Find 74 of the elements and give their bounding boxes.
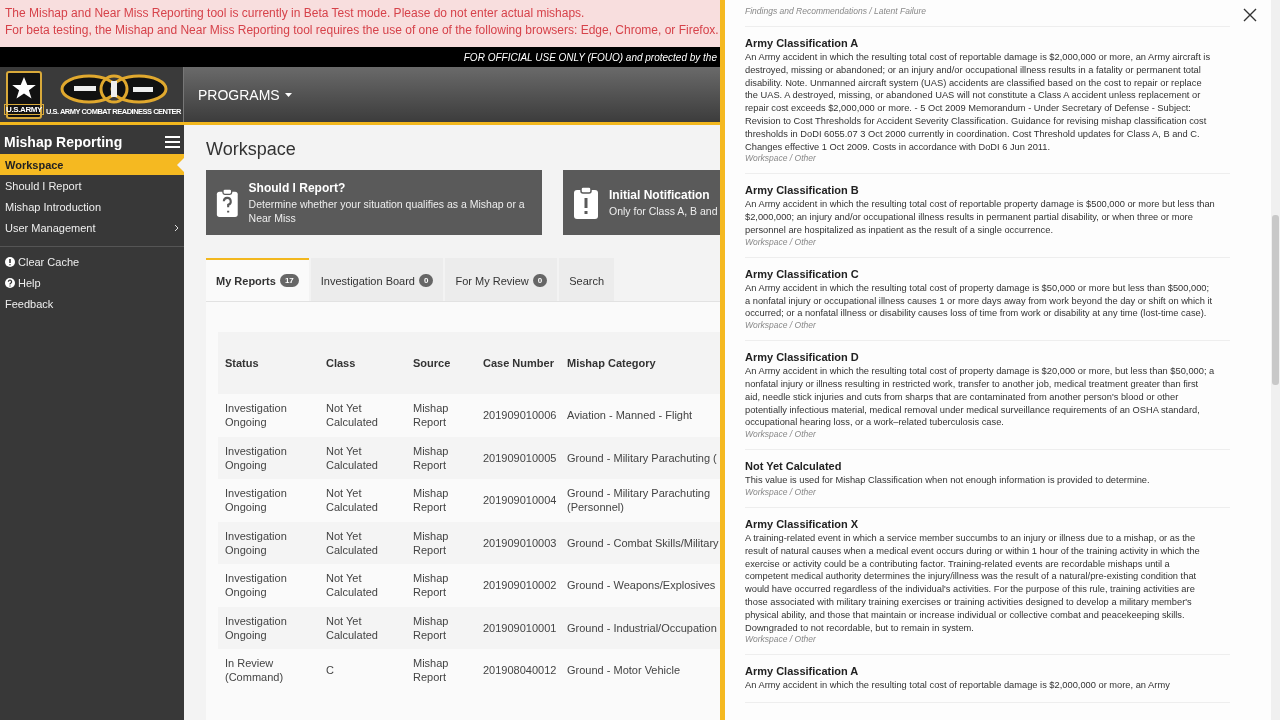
entry-path: Workspace / Other xyxy=(745,153,817,164)
fouo-notice: FOR OFFICIAL USE ONLY (FOUO) and protected by the xyxy=(463,51,717,63)
column-header: Class xyxy=(319,332,406,394)
sidebar-link[interactable]: Clear Cache xyxy=(0,251,184,272)
sidebar-item[interactable]: User Management xyxy=(0,217,184,238)
entry-term: Army Classification A xyxy=(745,37,860,49)
table-cell: Ground - Industrial/Occupation xyxy=(560,606,720,649)
table-cell: 201909010005 xyxy=(476,436,560,479)
sidebar-link[interactable]: Help xyxy=(0,272,184,293)
count-badge: 17 xyxy=(279,274,299,287)
card-text: Only for Class A, B and xyxy=(609,203,718,218)
sidebar-item[interactable]: Mishap Introduction xyxy=(0,196,184,217)
entry-definition: An Army accident in which the resulting total cost of reportable damage is $2,000,000 or more, an Army xyxy=(745,679,1171,693)
entry-term: Army Classification X xyxy=(745,517,860,530)
table-cell: Ground - Combat Skills/Military xyxy=(560,521,720,564)
table-cell: Mishap Report xyxy=(406,606,476,649)
count-badge: 0 xyxy=(419,274,434,287)
table-cell: Not Yet Calculated xyxy=(319,436,406,479)
chevron-right-icon xyxy=(174,223,179,232)
table-cell: 201909010001 xyxy=(476,606,560,649)
card-title: Should I Report? xyxy=(248,180,347,195)
sidebar-title: Mishap Reporting xyxy=(4,134,123,150)
sidebar-item[interactable]: Should I Report xyxy=(0,175,184,196)
table-cell: Investigation Ongoing xyxy=(218,606,319,649)
sidebar-link[interactable]: Feedback xyxy=(0,293,184,314)
card-title: Initial Notification xyxy=(609,187,711,202)
help-icon xyxy=(5,277,15,288)
entry-definition: A training-related event in which a service member succumbs to an injury or illness due to a mishap, or as the result of natural causes when a medical event occurs during or within 1 hour of the training activity in which the exercise or activity could be a contributing factor. Training-related events are recordable mishaps until a competent medical authority determines the injury/illness was the result of a natural/pre-existing condition that would have occurred regardless of the individual's activities. For the purpose of this rule, training activities are those associated with military training exercises or training activities designed to develop a military member's physical ability, and those that maintain or increase individual or collective combat and peacekeeping skills. Downgraded to not recordable, but to remain in system. xyxy=(745,531,1201,635)
entry-path: Findings and Recommendations / Latent Failure xyxy=(745,6,1230,27)
entry-path: Workspace / Other xyxy=(745,486,817,497)
action-card[interactable]: Initial Notification Only for Class A, B and xyxy=(563,170,720,235)
column-header: Source xyxy=(406,332,476,394)
entry-term: Army Classification C xyxy=(745,267,860,280)
table-cell: 201909010003 xyxy=(476,521,560,564)
menu-icon[interactable] xyxy=(165,136,180,148)
entry-definition: This value is used for Mishap Classification when not enough information is provided to determine. xyxy=(745,474,1151,487)
entry-path: Workspace / Other xyxy=(745,429,817,440)
entry-path: Workspace / Other xyxy=(745,320,817,331)
entry-term: Army Classification D xyxy=(745,351,860,364)
table-cell: Investigation Ongoing xyxy=(218,521,319,564)
card-text: Determine whether your situation qualifies as a Mishap or a Near Miss xyxy=(248,196,526,225)
tab[interactable]: Search xyxy=(559,258,615,301)
entry-definition: An Army accident in which the resulting total cost of reportable damage is $2,000,000 or more, an Army aircraft is destroyed, missing or abandoned; or an injury and/or occupational illness results in a fatality or permanent total disability. Note. Unmanned aircraft system (UAS) accidents are classified based on the cost to repair or replace the UAS. A destroyed, missing, or abandoned UAS will not constitute a Class A accident unless replacement or repair cost exceeds $2,000,000 or more. - 5 Oct 2009 Memorandum - Under Secretary of Defense - Subject: Revision to Cost Thresholds for Accident Severity Classification. Guidance for revising mishap classification cost thresholds in DoDI 6055.07 3 Oct 2000 currently in coordination. Cost Threshold updates for Class A, B and C. Changes effective 1 Oct 2009. Costs in accordance with DoDI 6 Jun 2011. xyxy=(745,51,1212,154)
entry-term: Army Classification A xyxy=(745,665,860,678)
entry-definition: An Army accident in which the resulting total cost of property damage is $50,000 or more but less than $500,000; a nonfatal injury or occupational illness causes 1 or more days away from work beyond the day or shift on which it occurred; or a nonfatal illness or disability causes loss of time from work or disability at any time (lost-time case). xyxy=(745,281,1214,321)
entry-definition: An Army accident in which the resulting total cost of property damage is $20,000 or more, but less than $50,000; a nonfatal injury or illness resulting in restricted work, transfer to another job, medical treatment greater than first aid, needle stick injuries and cuts from sharps that are contaminated from another person's blood or other potentially infectious material, medical removal under medical surveillance requirements of an OSHA standard, occupational hearing loss, or a work–related tuberculosis case. xyxy=(745,365,1215,430)
clipboard-alert-icon xyxy=(573,185,599,220)
table-cell: Mishap Report xyxy=(406,521,476,564)
tab[interactable]: For My Review 0 xyxy=(445,258,558,301)
table-cell: Not Yet Calculated xyxy=(319,521,406,564)
exclamation-icon xyxy=(5,256,15,267)
column-header: Mishap Category xyxy=(560,332,720,394)
entry-path: Workspace / Other xyxy=(745,236,817,247)
column-header: Case Number xyxy=(476,332,560,394)
count-badge: 0 xyxy=(532,274,548,287)
warning-text: The Mishap and Near Miss Reporting tool is currently in Beta Test mode. Please do not enter actual mishaps. xyxy=(5,6,586,20)
entry-definition: An Army accident in which the resulting total cost of reportable property damage is $500,000 or more but less than $2,000,000; an injury and/or occupational illness results in permanent partial disability, or when three or more personnel are hospitalized as inpatient as the result of a single occurrence. xyxy=(745,198,1215,237)
table-cell: Investigation Ongoing xyxy=(218,436,319,479)
tab[interactable]: Investigation Board 0 xyxy=(310,258,444,301)
entry-path: Workspace / Other xyxy=(745,634,817,645)
action-card[interactable]: Should I Report? Determine whether your situation qualifies as a Mishap or a Near Miss xyxy=(206,170,542,235)
page-title: Workspace xyxy=(206,139,297,160)
programs-menu[interactable]: PROGRAMS xyxy=(192,67,298,122)
column-header: Status xyxy=(218,332,319,394)
table-cell: Not Yet Calculated xyxy=(319,606,406,649)
scrollbar[interactable] xyxy=(1271,0,1280,720)
entry-term: Army Classification B xyxy=(745,184,860,197)
table-cell: Ground - Military Parachuting ( xyxy=(560,436,720,479)
tab[interactable]: My Reports 17 xyxy=(206,258,309,301)
table-cell: Mishap Report xyxy=(406,436,476,479)
caret-icon xyxy=(284,92,292,97)
close-button[interactable] xyxy=(1242,8,1258,24)
sidebar-item[interactable]: Workspace xyxy=(0,154,184,175)
entry-term: Not Yet Calculated xyxy=(745,460,843,473)
